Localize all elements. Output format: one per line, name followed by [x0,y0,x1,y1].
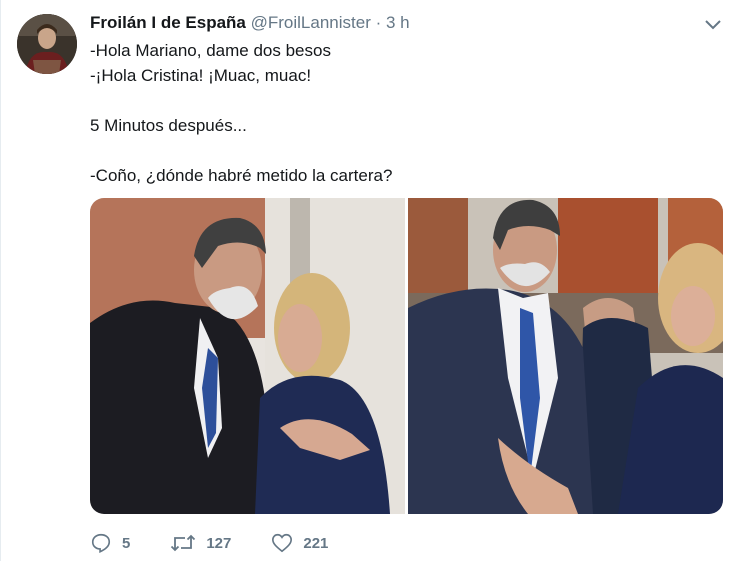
photo-right[interactable] [408,198,723,514]
tweet-media[interactable] [90,198,723,514]
tweet-line [90,88,392,113]
retweet-button[interactable]: 127 [170,532,231,554]
avatar-image [17,14,77,74]
photo-right-image [408,198,723,514]
tweet-line: -Coño, ¿dónde habré metido la cartera? [90,166,393,185]
avatar[interactable] [17,14,77,74]
tweet: Froilán I de España @FroilLannister · 3 … [0,0,736,561]
heart-icon [272,533,293,553]
photo-left-image [90,198,405,514]
tweet-line: -Hola Mariano, dame dos besos [90,41,331,60]
chevron-down-icon [705,20,721,30]
tweet-menu-button[interactable] [703,14,723,34]
display-name[interactable]: Froilán I de España [90,13,246,32]
retweet-icon [171,534,196,552]
timestamp[interactable]: 3 h [386,13,410,32]
handle[interactable]: @FroilLannister [251,13,371,32]
tweet-text: -Hola Mariano, dame dos besos -¡Hola Cri… [90,38,392,188]
tweet-header: Froilán I de España @FroilLannister · 3 … [90,12,410,34]
reply-icon [91,533,111,553]
reply-button[interactable]: 5 [90,532,130,554]
reply-count: 5 [122,534,131,552]
retweet-count: 127 [206,534,232,552]
tweet-line [90,138,392,163]
tweet-actions: 5 127 221 [90,528,368,558]
like-count: 221 [303,534,329,552]
tweet-line: -¡Hola Cristina! ¡Muac, muac! [90,66,312,85]
tweet-line: 5 Minutos después... [90,116,247,135]
separator: · [375,13,382,32]
like-button[interactable]: 221 [271,532,328,554]
photo-left[interactable] [90,198,405,514]
